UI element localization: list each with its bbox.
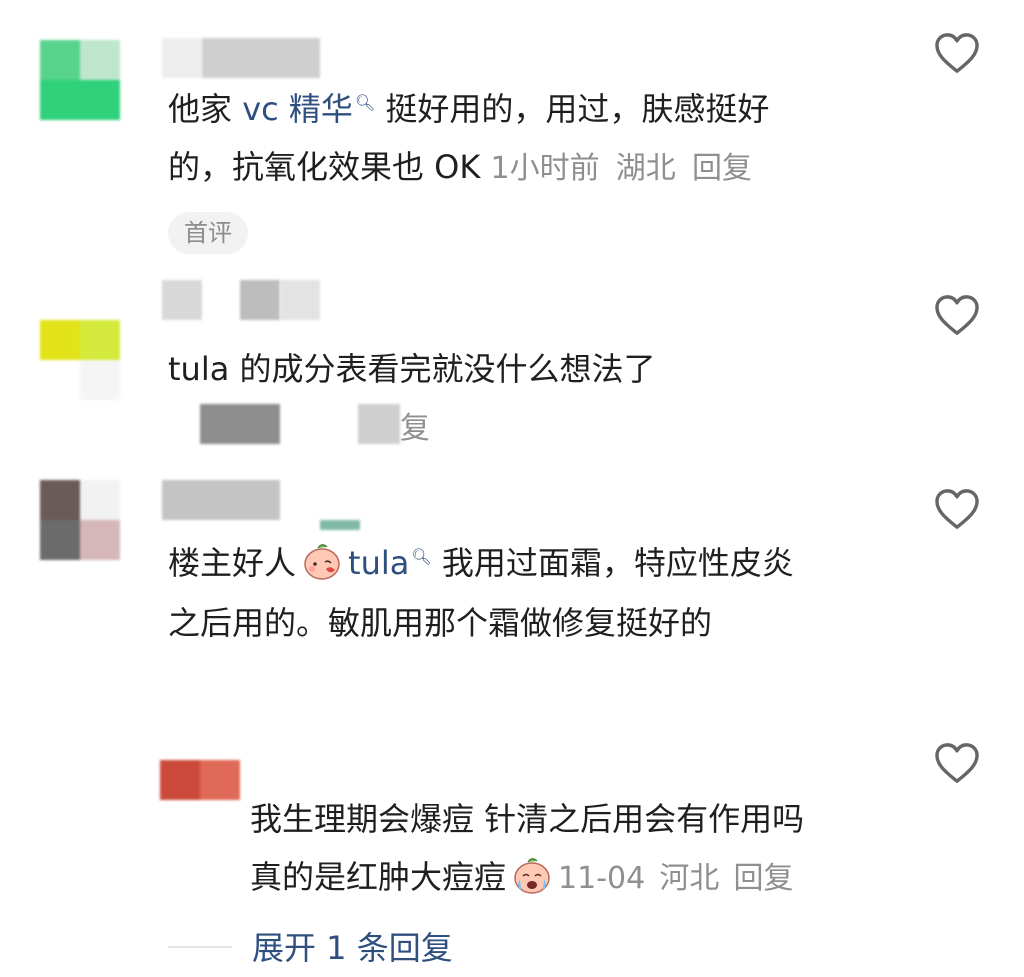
- search-link[interactable]: vc 精华: [242, 90, 353, 128]
- search-link[interactable]: tula: [348, 544, 409, 582]
- expand-replies-button[interactable]: 展开 1 条回复: [252, 920, 453, 976]
- heart-icon[interactable]: [934, 488, 980, 530]
- heart-icon[interactable]: [934, 294, 980, 336]
- comment-text-line2: 之后用的。敏肌用那个霜做修复挺好的: [168, 604, 713, 642]
- location: 河北: [659, 861, 720, 896]
- heart-icon[interactable]: [934, 742, 980, 784]
- date: 11-04: [558, 861, 646, 896]
- reply-button[interactable]: 回复: [734, 861, 794, 896]
- avatar[interactable]: [40, 480, 120, 560]
- avatar[interactable]: [40, 320, 120, 400]
- reply-button[interactable]: 回复: [692, 151, 752, 186]
- username[interactable]: [162, 480, 280, 520]
- meta-blur: [358, 404, 400, 444]
- heart-icon[interactable]: [934, 32, 980, 74]
- username[interactable]: [202, 38, 320, 78]
- first-comment-badge: 首评: [168, 212, 248, 254]
- reply-button[interactable]: 复: [400, 398, 430, 460]
- comment-text: 他家 vc 精华 🔍︎ 挺好用的，用过，肤感挺好: [168, 78, 769, 140]
- reply-text: 我生理期会爆痘 针清之后用会有作用吗: [250, 800, 805, 838]
- username[interactable]: [240, 280, 280, 320]
- expand-divider: [168, 946, 232, 948]
- username[interactable]: [162, 38, 202, 78]
- reply-text-line2: 真的是红肿大痘痘 11-04 河北 回复: [250, 846, 794, 910]
- comment-text: 楼主好人 tula 🔍︎ 我用过面霜，特应性皮炎: [168, 532, 794, 594]
- username[interactable]: [162, 280, 202, 320]
- username[interactable]: [280, 280, 320, 320]
- search-icon: 🔍︎: [411, 547, 432, 566]
- emoji-blush-icon: [304, 544, 340, 580]
- comment-text: tula 的成分表看完就没什么想法了: [168, 350, 656, 388]
- search-icon: 🔍︎: [354, 93, 376, 112]
- avatar[interactable]: [160, 760, 240, 800]
- location: 湖北: [615, 151, 676, 186]
- comment-text-line2: 的，抗氧化效果也 OK 1小时前 湖北 回复: [168, 148, 752, 186]
- emoji-cry-icon: [514, 858, 550, 894]
- decoration: [320, 520, 360, 530]
- meta-blur: [200, 404, 280, 444]
- avatar[interactable]: [40, 40, 120, 120]
- timestamp: 1小时前: [490, 151, 600, 186]
